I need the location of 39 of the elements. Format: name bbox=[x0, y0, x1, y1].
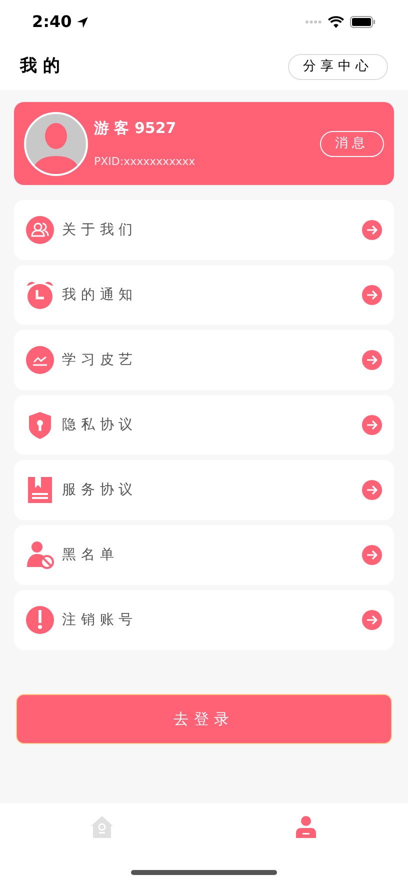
menu-item[interactable]: 黑名单 bbox=[14, 525, 394, 585]
signal-icon bbox=[305, 20, 322, 24]
arrow-right-icon bbox=[362, 350, 382, 370]
menu-label: 隐私协议 bbox=[62, 416, 139, 434]
arrow-right-icon bbox=[362, 285, 382, 305]
menu-label: 学习皮艺 bbox=[62, 350, 139, 370]
people-icon bbox=[26, 216, 54, 244]
user-blocked-icon bbox=[26, 541, 54, 569]
menu-item[interactable]: 关于我们 bbox=[14, 200, 394, 260]
alarm-clock-icon bbox=[26, 281, 54, 309]
wifi-icon bbox=[328, 16, 344, 28]
page-title: 我 的 bbox=[20, 55, 60, 78]
arrow-right-icon bbox=[362, 480, 382, 500]
menu-item[interactable]: 我的通知 bbox=[14, 265, 394, 325]
exclamation-icon bbox=[26, 606, 54, 634]
share-center-button[interactable]: 分享中心 bbox=[288, 54, 388, 80]
arrow-right-icon bbox=[362, 415, 382, 435]
menu-label: 注销账号 bbox=[62, 610, 139, 630]
arrow-right-icon bbox=[362, 220, 382, 240]
menu-item[interactable]: 学习皮艺 bbox=[14, 330, 394, 390]
menu-label: 我的通知 bbox=[62, 286, 139, 304]
menu-item[interactable]: 服务协议 bbox=[14, 460, 394, 520]
arrow-right-icon bbox=[362, 610, 382, 630]
shield-keyhole-icon bbox=[26, 411, 54, 439]
menu-item[interactable]: 注销账号 bbox=[14, 590, 394, 650]
avatar-icon bbox=[24, 112, 88, 176]
chart-icon bbox=[26, 346, 54, 374]
menu-item[interactable]: 隐私协议 bbox=[14, 395, 394, 455]
menu-label: 关于我们 bbox=[62, 220, 139, 240]
user-icon[interactable] bbox=[294, 815, 318, 839]
user-id: PXID:xxxxxxxxxxx bbox=[94, 154, 196, 170]
location-arrow-icon bbox=[76, 16, 89, 28]
battery-icon bbox=[350, 16, 376, 28]
user-name: 游 客 9527 bbox=[94, 118, 178, 139]
menu-label: 服务协议 bbox=[62, 480, 139, 500]
document-icon bbox=[26, 476, 54, 504]
menu-label: 黑名单 bbox=[62, 546, 120, 564]
status-time: 2:40 bbox=[32, 11, 72, 33]
arrow-right-icon bbox=[362, 545, 382, 565]
